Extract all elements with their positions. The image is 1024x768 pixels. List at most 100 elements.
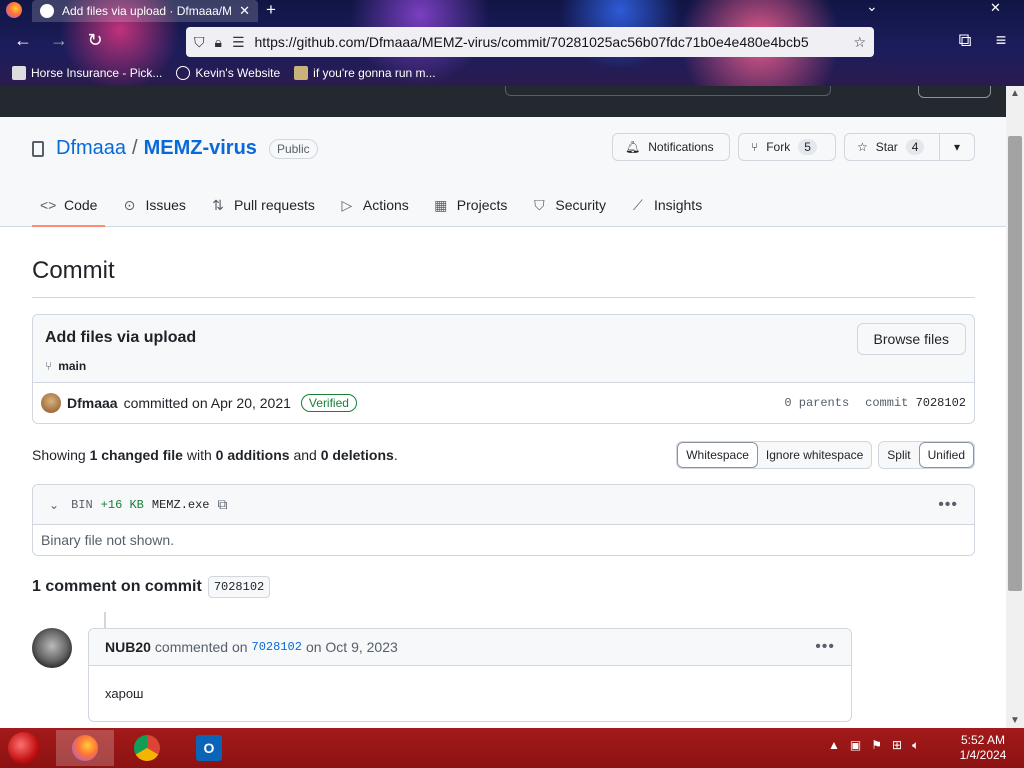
changed-files-link[interactable]: 1 changed file (90, 447, 183, 463)
comment-date[interactable]: on Oct 9, 2023 (306, 639, 398, 655)
permissions-icon[interactable]: ☰ (232, 34, 245, 51)
page-title: Commit (32, 257, 975, 298)
bookmark-star-icon[interactable]: ☆ (853, 34, 866, 51)
device-icon[interactable]: ⊞ (892, 738, 902, 753)
scrollbar-thumb[interactable] (1008, 136, 1022, 591)
bookmark-item[interactable]: Kevin's Website (176, 66, 280, 80)
file-name-link[interactable]: MEMZ.exe (152, 498, 210, 512)
taskbar-outlook[interactable]: O (180, 730, 238, 766)
commit-meta: Dfmaaa committed on Apr 20, 2021 Verifie… (33, 383, 974, 423)
commit-message: Add files via upload (45, 329, 197, 346)
network-icon[interactable]: ▣ (850, 738, 861, 753)
flag-icon[interactable]: ⚑ (871, 738, 882, 753)
tab-close-icon[interactable]: ✕ (239, 3, 250, 19)
file-body: Binary file not shown. (41, 532, 175, 548)
file-size-change: +16 KB (100, 497, 144, 512)
list-tabs-icon[interactable]: ⌄ (866, 0, 878, 15)
browser-tab-active[interactable]: Add files via upload · Dfmaaa/MEMZ-virus… (32, 0, 258, 22)
star-icon: ☆ (857, 140, 868, 154)
git-branch-icon: ⑂ (45, 359, 53, 373)
tab-issues[interactable]: ⊙ Issues (113, 185, 193, 225)
kebab-horizontal-icon[interactable]: ••• (938, 496, 958, 514)
start-button[interactable] (8, 732, 40, 764)
table-icon: ▦ (434, 196, 448, 213)
app-menu-icon[interactable]: ≡ (988, 30, 1014, 51)
repo-name-link[interactable]: MEMZ-virus (144, 137, 257, 160)
chevron-up-icon[interactable]: ▲ (828, 738, 840, 753)
github-header (0, 86, 1006, 117)
bookmark-item[interactable]: if you're gonna run m... (294, 66, 436, 80)
play-icon: ▷ (341, 196, 353, 213)
repo-header: Dfmaaa / MEMZ-virus Public 🔔︎ Notificati… (0, 117, 1006, 227)
comment-author-link[interactable]: NUB20 (105, 639, 151, 655)
clock-time: 5:52 AM (960, 733, 1006, 747)
outlook-icon: O (196, 735, 222, 761)
tab-projects[interactable]: ▦ Projects (425, 185, 516, 225)
url-text[interactable]: https://github.com/Dfmaaa/MEMZ-virus/com… (255, 34, 844, 50)
tab-pull-requests[interactable]: ⇅ Pull requests (202, 185, 323, 225)
new-tab-icon[interactable]: + (266, 0, 276, 20)
kebab-horizontal-icon[interactable]: ••• (815, 638, 835, 656)
comment-box: NUB20 commented on 7028102 on Oct 9, 202… (88, 628, 852, 722)
commit-date-text: committed on Apr 20, 2021 (123, 395, 291, 411)
unified-view-button[interactable]: Unified (918, 442, 974, 468)
diff-summary: Showing 1 changed file with 0 additions … (32, 447, 398, 463)
sign-up-button[interactable] (918, 86, 991, 98)
parents-count: 0 parents (784, 396, 850, 410)
commit-sha: commit 7028102 (865, 396, 966, 410)
tab-strip: Add files via upload · Dfmaaa/MEMZ-virus… (0, 0, 1024, 22)
lock-icon[interactable]: 🔒︎ (215, 34, 222, 51)
window-close-icon[interactable]: ✕ (990, 0, 1001, 16)
chrome-icon (134, 735, 160, 761)
clock-date: 1/4/2024 (959, 748, 1007, 762)
ignore-whitespace-button[interactable]: Ignore whitespace (758, 442, 871, 468)
verified-badge[interactable]: Verified (300, 394, 357, 412)
commit-sha-info: 0 parents commit 7028102 (784, 396, 966, 410)
comments-commit-sha: 7028102 (207, 576, 271, 598)
branch-name[interactable]: main (58, 359, 86, 373)
avatar[interactable] (32, 628, 72, 668)
comment-commit-link[interactable]: 7028102 (252, 640, 302, 654)
star-button[interactable]: ☆ Star 4 (844, 133, 940, 161)
page-scrollbar[interactable]: ▲ ▼ (1006, 86, 1024, 728)
star-dropdown-button[interactable]: ▾ (939, 133, 975, 161)
bookmark-item[interactable]: Horse Insurance - Pick... (12, 66, 162, 80)
url-bar[interactable]: ⛉ 🔒︎ ☰ https://github.com/Dfmaaa/MEMZ-vi… (186, 27, 874, 57)
taskbar-firefox[interactable] (56, 730, 114, 766)
scroll-down-icon[interactable]: ▼ (1006, 715, 1024, 726)
back-icon[interactable]: ← (10, 30, 36, 51)
git-pull-request-icon: ⇅ (212, 196, 224, 213)
extensions-icon[interactable]: ⧉ (952, 30, 978, 51)
browser-chrome: Add files via upload · Dfmaaa/MEMZ-virus… (0, 0, 1024, 86)
tab-code[interactable]: <> Code (32, 185, 106, 227)
reload-icon[interactable]: ↻ (82, 30, 108, 51)
notifications-button[interactable]: 🔔︎ Notifications (612, 133, 730, 161)
split-view-button[interactable]: Split (879, 442, 918, 468)
bookmarks-toolbar: Horse Insurance - Pick... Kevin's Websit… (0, 62, 1024, 84)
browse-files-button[interactable]: Browse files (856, 323, 966, 355)
volume-icon[interactable]: 🔈︎ (912, 738, 919, 753)
file-header: ⌄ BIN +16 KB MEMZ.exe ⧉ ••• (33, 485, 974, 525)
taskbar-chrome[interactable] (118, 730, 176, 766)
tracking-shield-icon[interactable]: ⛉ (194, 34, 205, 51)
bookmark-favicon-icon (12, 66, 26, 80)
header-search-box[interactable] (505, 86, 831, 96)
repo-nav-tabs: <> Code ⊙ Issues ⇅ Pull requests ▷ Actions ▦… (32, 185, 718, 227)
firefox-menu-icon[interactable] (6, 2, 22, 18)
commit-page: Commit Add files via upload ⑂ main Brows… (32, 227, 975, 722)
avatar[interactable] (41, 393, 61, 413)
taskbar-clock[interactable]: 5:52 AM 1/4/2024 (950, 733, 1016, 763)
chevron-down-icon[interactable]: ⌄ (49, 498, 59, 512)
copy-icon[interactable]: ⧉ (218, 496, 228, 513)
triangle-down-icon: ▾ (953, 140, 961, 154)
tab-security[interactable]: ⛉ Security (523, 185, 614, 225)
tab-actions[interactable]: ▷ Actions (331, 185, 417, 225)
repo-owner-link[interactable]: Dfmaaa (56, 137, 126, 160)
scroll-up-icon[interactable]: ▲ (1006, 88, 1024, 99)
commit-author-link[interactable]: Dfmaaa (67, 395, 118, 411)
fork-button[interactable]: ⑂ Fork 5 (738, 133, 836, 161)
tab-insights[interactable]: ⟋ Insights (622, 185, 710, 225)
github-favicon-icon (40, 4, 54, 18)
whitespace-button[interactable]: Whitespace (677, 442, 758, 468)
forward-icon[interactable]: → (46, 30, 72, 51)
